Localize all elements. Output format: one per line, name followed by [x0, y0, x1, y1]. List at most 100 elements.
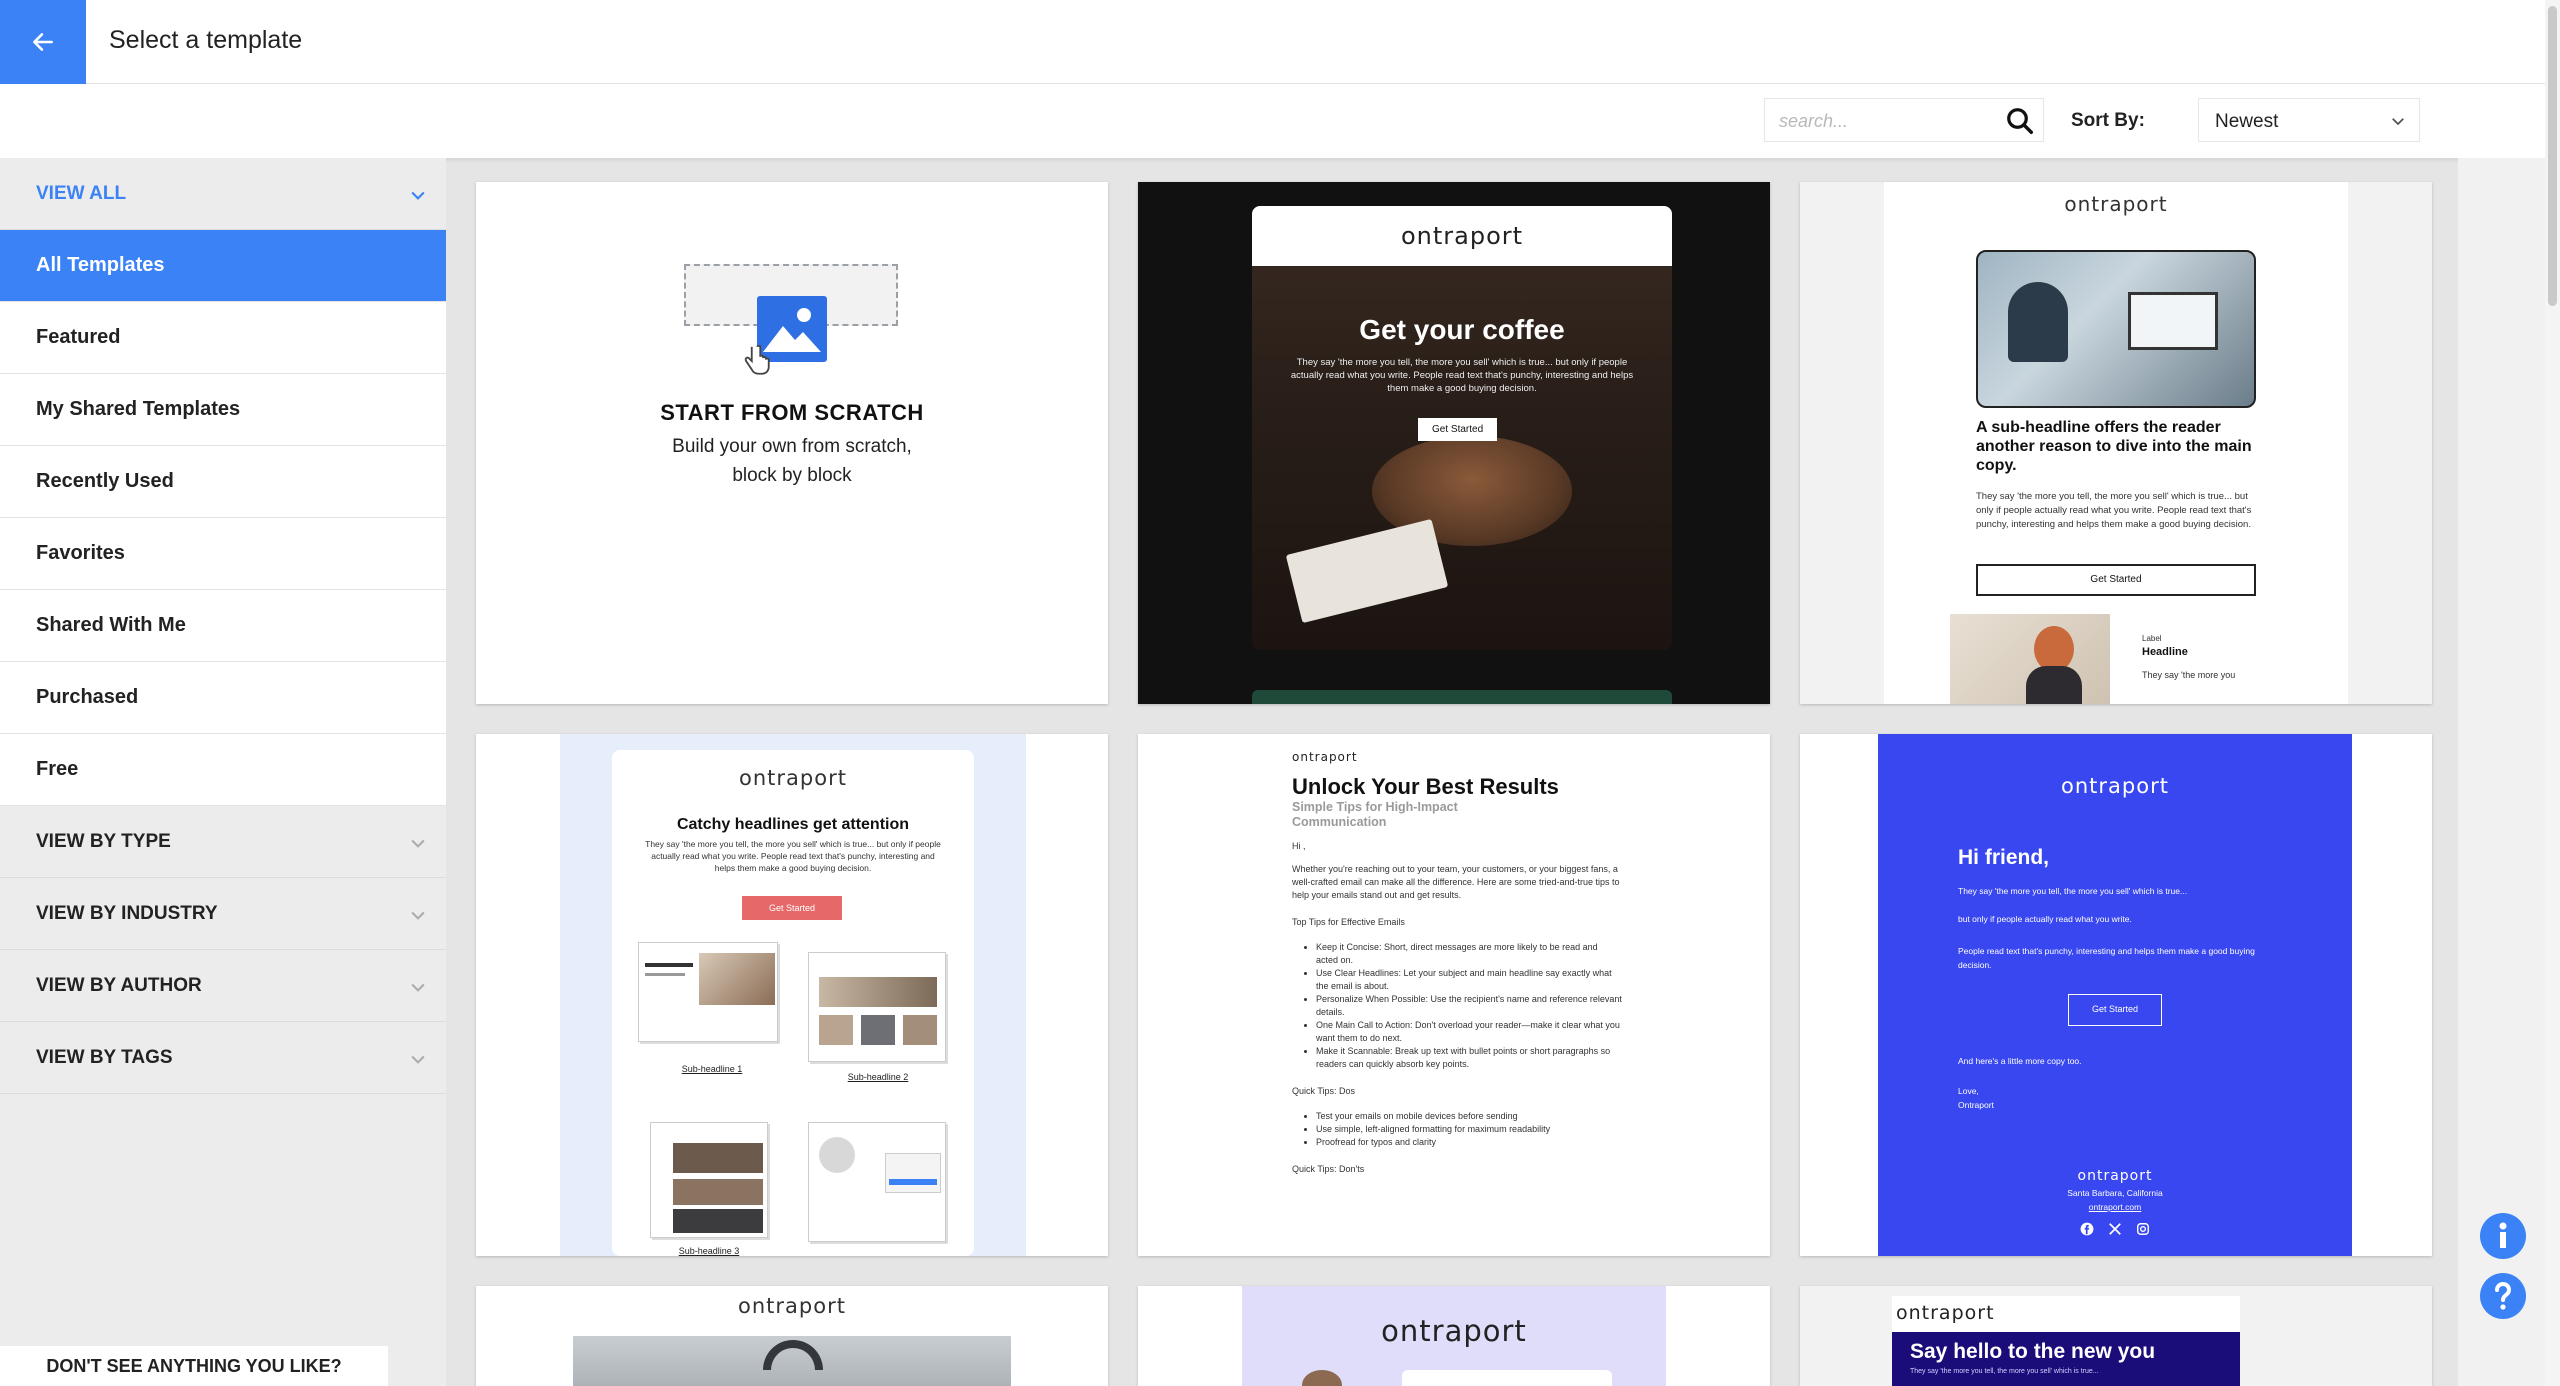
- view-all-label: VIEW ALL: [36, 182, 127, 204]
- row3c-banner: Say hello to the new you They say 'the m…: [1892, 1332, 2240, 1386]
- group-label: VIEW BY INDUSTRY: [36, 902, 218, 924]
- sidebar-item-purchased[interactable]: Purchased: [0, 662, 446, 734]
- sidebar-group-author[interactable]: VIEW BY AUTHOR: [0, 950, 446, 1022]
- row3c-logo: ontraport: [1896, 1302, 1995, 1324]
- office-email: ontraport A sub-headline offers the read…: [1884, 182, 2348, 704]
- sidebar-group-industry[interactable]: VIEW BY INDUSTRY: [0, 878, 446, 950]
- coffee-logo: ontraport: [1400, 222, 1524, 250]
- list-item: Test your emails on mobile devices befor…: [1316, 1110, 1622, 1123]
- search-icon[interactable]: [2005, 106, 2035, 136]
- row3b-logo: ontraport: [1381, 1314, 1527, 1348]
- help-button[interactable]: [2480, 1273, 2526, 1319]
- list-item: One Main Call to Action: Don't overload …: [1316, 1019, 1622, 1045]
- unlock-intro: Whether you're reaching out to your team…: [1292, 864, 1620, 900]
- page-title: Select a template: [109, 26, 303, 54]
- x-icon: [2109, 1223, 2121, 1235]
- sidebar-item-favorites[interactable]: Favorites: [0, 518, 446, 590]
- catchy-sub-1: Sub-headline 1: [681, 1064, 743, 1074]
- info-button[interactable]: [2480, 1213, 2526, 1259]
- sidebar-item-shared-with-me[interactable]: Shared With Me: [0, 590, 446, 662]
- friend-social: [1878, 1222, 2352, 1236]
- catchy-thumb-4: [808, 1122, 946, 1242]
- friend-email: ontraport Hi friend, They say 'the more …: [1878, 734, 2352, 1256]
- template-card-row3c[interactable]: ontraport Say hello to the new you They …: [1800, 1286, 2432, 1386]
- pointer-hand-icon: [744, 344, 770, 375]
- sidebar-item-my-shared-templates[interactable]: My Shared Templates: [0, 374, 446, 446]
- unlock-donts-title: Quick Tips: Don'ts: [1292, 1164, 1365, 1174]
- arrow-left-icon: [33, 33, 53, 51]
- catchy-thumb-3: [650, 1122, 768, 1238]
- catchy-logo: ontraport: [739, 766, 847, 790]
- chevron-down-icon: [411, 1055, 425, 1064]
- coffee-logo-bar: ontraport: [1252, 206, 1672, 266]
- coffee-footer-strip: [1252, 690, 1672, 704]
- group-label: VIEW BY TAGS: [36, 1046, 173, 1068]
- template-card-catchy[interactable]: ontraport Catchy headlines get attention…: [476, 734, 1108, 1256]
- friend-p2: but only if people actually read what yo…: [1958, 914, 2132, 924]
- question-icon: [2495, 1281, 2512, 1310]
- scrollbar-thumb[interactable]: [2548, 6, 2557, 306]
- chevron-down-icon: [411, 839, 425, 848]
- unlock-email: ontraport Unlock Your Best Results Simpl…: [1292, 750, 1622, 1256]
- friend-address: Santa Barbara, California: [2067, 1188, 2163, 1198]
- office-photo: [1976, 250, 2256, 408]
- template-card-office[interactable]: ontraport A sub-headline offers the read…: [1800, 182, 2432, 704]
- coffee-email: ontraport Get your coffee They say 'the …: [1252, 206, 1672, 650]
- scratch-illustration: [684, 262, 900, 375]
- right-rail: [2458, 158, 2545, 1386]
- sidebar-item-featured[interactable]: Featured: [0, 302, 446, 374]
- view-all-toggle[interactable]: VIEW ALL: [0, 158, 446, 230]
- group-label: VIEW BY AUTHOR: [36, 974, 202, 996]
- sort-select[interactable]: Newest: [2198, 98, 2420, 142]
- instagram-icon: [2137, 1223, 2149, 1235]
- sidebar-item-free[interactable]: Free: [0, 734, 446, 806]
- scratch-title: START FROM SCRATCH: [660, 400, 924, 425]
- sidebar-group-tags[interactable]: VIEW BY TAGS: [0, 1022, 446, 1094]
- template-card-friend[interactable]: ontraport Hi friend, They say 'the more …: [1800, 734, 2432, 1256]
- sort-value: Newest: [2215, 111, 2279, 132]
- dont-see-anything-link[interactable]: DON'T SEE ANYTHING YOU LIKE?: [0, 1346, 388, 1386]
- sidebar-item-recently-used[interactable]: Recently Used: [0, 446, 446, 518]
- friend-logo: ontraport: [2061, 774, 2169, 798]
- search-box: [1764, 98, 2044, 142]
- catchy-thumb-1: [638, 942, 778, 1042]
- back-button[interactable]: [0, 0, 86, 84]
- sidebar-group-type[interactable]: VIEW BY TYPE: [0, 806, 446, 878]
- scratch-line1: Build your own from scratch,: [672, 436, 912, 457]
- sort-label: Sort By:: [2071, 110, 2145, 131]
- unlock-greeting: Hi ,: [1292, 841, 1306, 851]
- search-input[interactable]: [1779, 107, 1989, 135]
- template-card-coffee[interactable]: ontraport Get your coffee They say 'the …: [1138, 182, 1770, 704]
- friend-sign2: Ontraport: [1958, 1100, 1994, 1110]
- scratch-line2: block by block: [732, 465, 852, 486]
- facebook-icon: [2080, 1222, 2094, 1236]
- office-label: Label: [2142, 634, 2162, 643]
- list-item: Keep it Concise: Short, direct messages …: [1316, 941, 1622, 967]
- unlock-subhead: Simple Tips for High-Impact Communicatio…: [1292, 800, 1458, 829]
- row3c-body: They say 'the more you tell, the more yo…: [1910, 1368, 2099, 1375]
- template-card-scratch[interactable]: START FROM SCRATCH Build your own from s…: [476, 182, 1108, 704]
- list-item: Use simple, left-aligned formatting for …: [1316, 1123, 1622, 1136]
- catchy-email-bg: ontraport Catchy headlines get attention…: [560, 734, 1026, 1256]
- friend-footer-logo: ontraport: [2077, 1168, 2153, 1184]
- group-label: VIEW BY TYPE: [36, 830, 171, 852]
- friend-cta: Get Started: [2068, 994, 2162, 1026]
- sidebar-item-all-templates[interactable]: All Templates: [0, 230, 446, 302]
- unlock-tips-list: Keep it Concise: Short, direct messages …: [1292, 941, 1622, 1071]
- friend-site: ontraport.com: [2088, 1202, 2142, 1212]
- sidebar: VIEW ALL All Templates Featured My Share…: [0, 158, 446, 1386]
- template-card-unlock[interactable]: ontraport Unlock Your Best Results Simpl…: [1138, 734, 1770, 1256]
- catchy-cta: Get Started: [742, 896, 842, 920]
- row3a-logo: ontraport: [738, 1294, 846, 1318]
- chevron-down-icon: [411, 191, 425, 200]
- friend-p1: They say 'the more you tell, the more yo…: [1958, 886, 2188, 896]
- row3c-headline: Say hello to the new you: [1910, 1340, 2156, 1363]
- template-card-row3a[interactable]: ontraport: [476, 1286, 1108, 1386]
- list-item: Make it Scannable: Break up text with bu…: [1316, 1045, 1622, 1071]
- template-card-row3b[interactable]: ontraport: [1138, 1286, 1770, 1386]
- chevron-down-icon: [411, 911, 425, 920]
- info-icon: [2499, 1222, 2507, 1248]
- catchy-sub-2: Sub-headline 2: [847, 1072, 909, 1082]
- catchy-thumb-2: [808, 952, 946, 1062]
- unlock-dos-title: Quick Tips: Dos: [1292, 1086, 1356, 1096]
